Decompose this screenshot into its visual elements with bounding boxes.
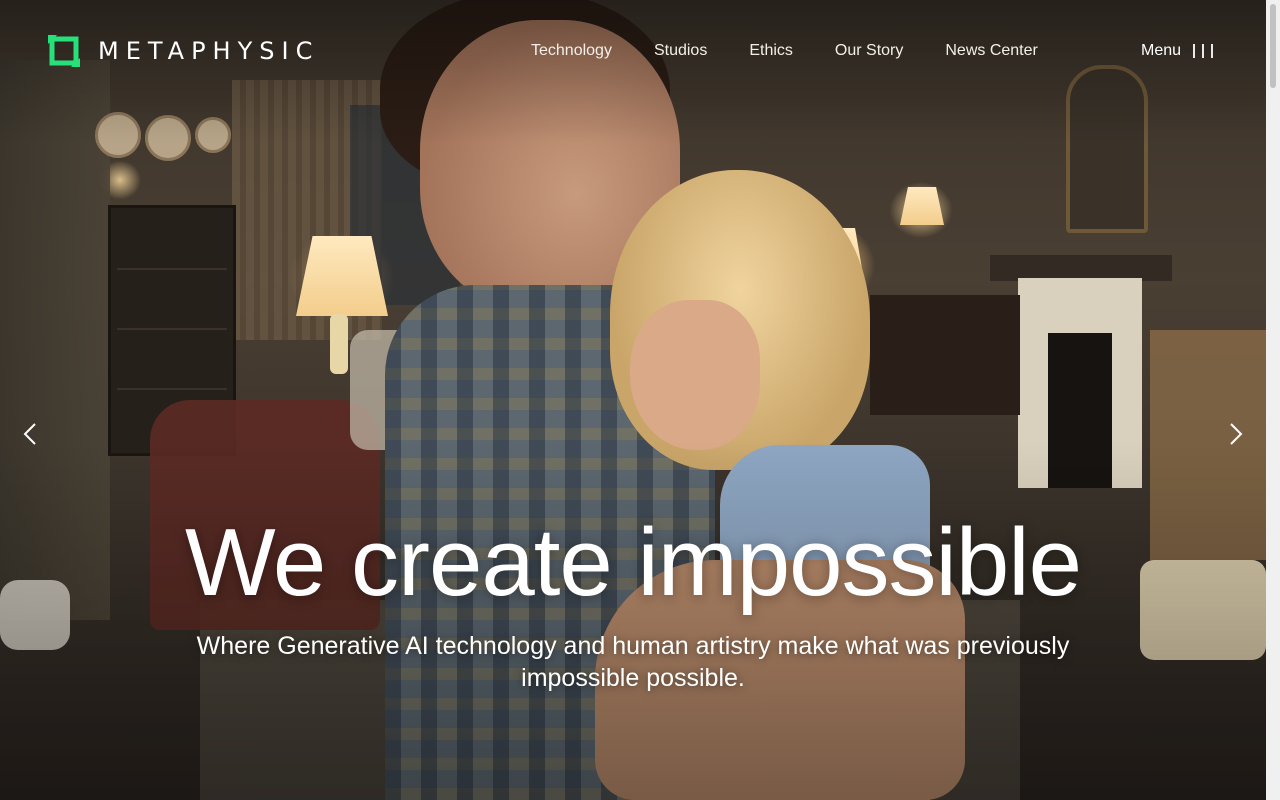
logo-link[interactable]: METAPHYSIC [48,35,319,67]
menu-label: Menu [1141,42,1182,59]
nav-ethics[interactable]: Ethics [749,42,793,60]
scrollbar-thumb[interactable] [1270,4,1276,88]
metaphysic-logo-icon [48,35,80,67]
hero-subheadline: Where Generative AI technology and human… [196,632,1070,692]
nav-technology[interactable]: Technology [531,42,612,60]
main-nav: Technology Studios Ethics Our Story News… [531,42,1038,60]
chevron-right-icon[interactable] [1222,422,1246,446]
page-scrollbar[interactable] [1266,0,1280,800]
menu-bars-icon [1193,44,1214,58]
menu-button[interactable]: Menu [1141,42,1214,60]
logo-wordmark: METAPHYSIC [98,37,320,65]
hero-headline: We create impossible [185,509,1082,616]
nav-our-story[interactable]: Our Story [835,42,903,60]
nav-news-center[interactable]: News Center [945,42,1037,60]
chevron-left-icon[interactable] [20,422,44,446]
nav-studios[interactable]: Studios [654,42,707,60]
